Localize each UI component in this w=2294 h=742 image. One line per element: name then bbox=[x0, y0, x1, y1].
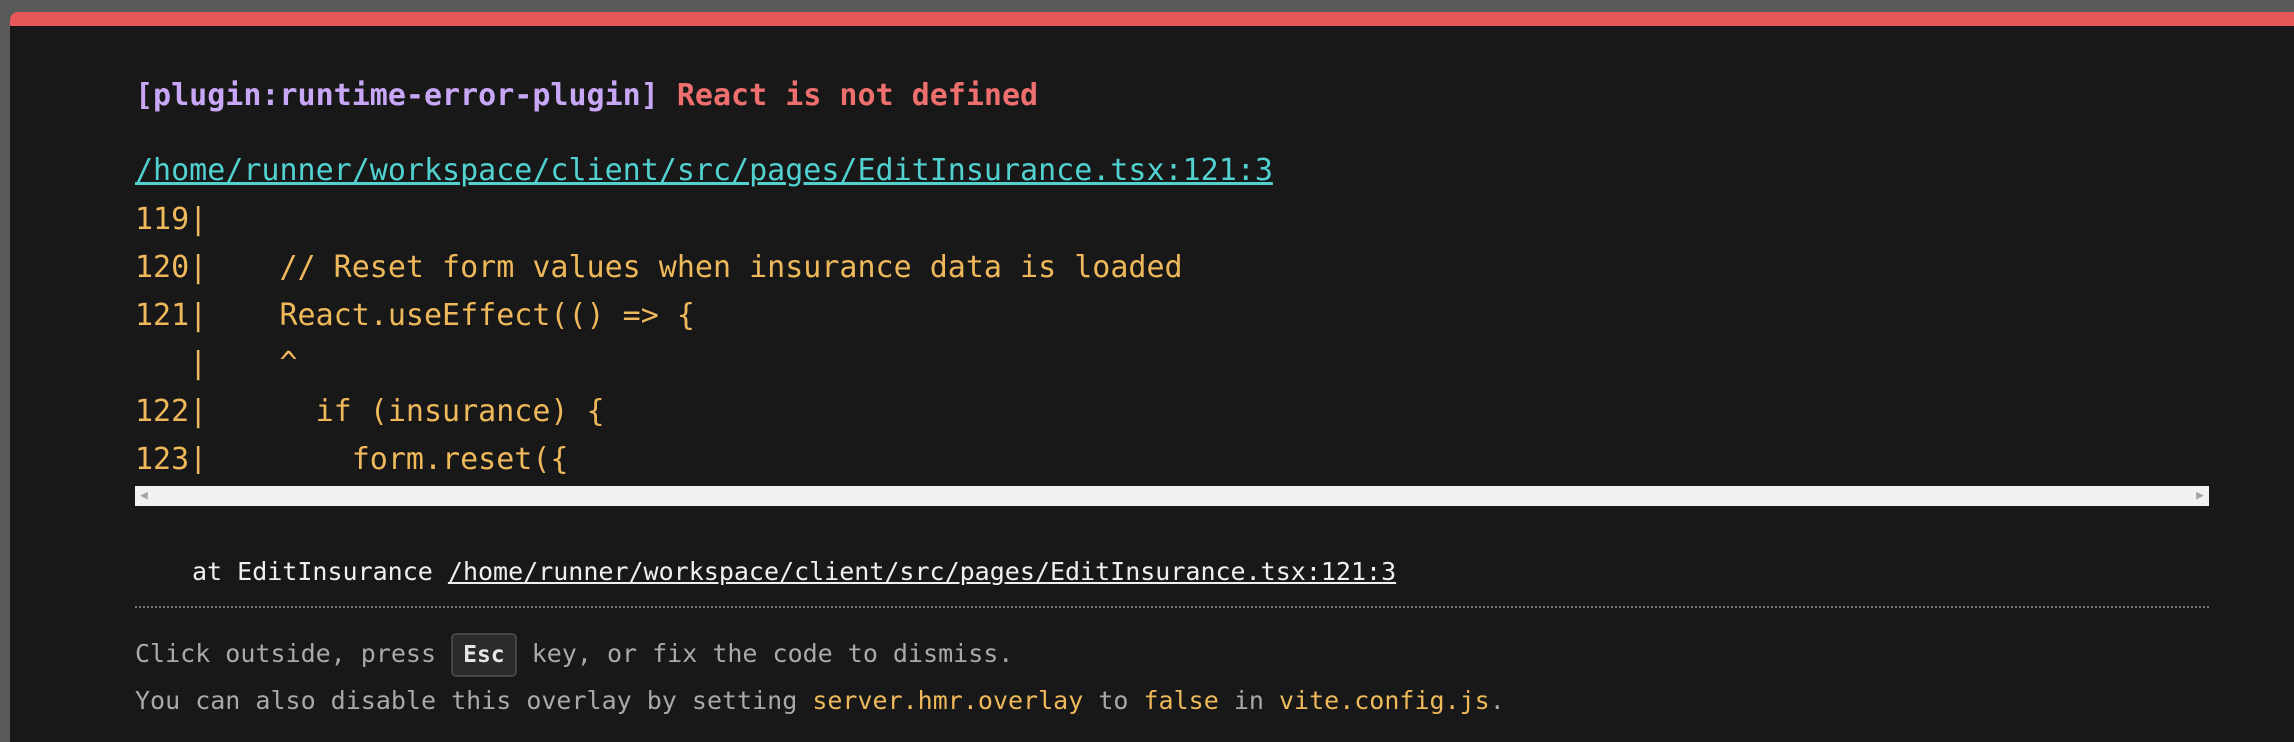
horizontal-scrollbar[interactable]: ◀ ▶ bbox=[135, 486, 2209, 506]
tip-text: You can also disable this overlay by set… bbox=[135, 686, 798, 715]
error-message: [plugin:runtime-error-plugin] React is n… bbox=[135, 76, 1038, 116]
setting-value: false bbox=[1143, 686, 1219, 715]
code-frame: 119| 120| // Reset form values when insu… bbox=[135, 196, 2209, 474]
stack-file-link[interactable]: /home/runner/workspace/client/src/pages/… bbox=[448, 557, 1396, 586]
code-line: | ^ bbox=[135, 346, 298, 381]
scroll-left-icon[interactable]: ◀ bbox=[140, 486, 148, 506]
error-overlay[interactable]: [plugin:runtime-error-plugin] React is n… bbox=[10, 12, 2294, 742]
error-text: React is not defined bbox=[676, 78, 1039, 113]
tip-text: in bbox=[1233, 686, 1264, 715]
code-line: 119| bbox=[135, 202, 208, 237]
code-line: 121| React.useEffect(() => { bbox=[135, 298, 695, 333]
plugin-name: [plugin:runtime-error-plugin] bbox=[135, 78, 659, 113]
stack-trace: at EditInsurance /home/runner/workspace/… bbox=[192, 554, 1396, 590]
config-file: vite.config.js bbox=[1279, 686, 1490, 715]
code-line: 122| if (insurance) { bbox=[135, 394, 605, 429]
esc-key: Esc bbox=[451, 633, 517, 677]
divider bbox=[135, 606, 2209, 608]
tip-text: Click outside, press bbox=[135, 639, 437, 668]
dismiss-tip: Click outside, press Esc key, or fix the… bbox=[135, 632, 1013, 677]
scroll-right-icon[interactable]: ▶ bbox=[2196, 486, 2204, 506]
error-file-link[interactable]: /home/runner/workspace/client/src/pages/… bbox=[135, 151, 1273, 191]
setting-name: server.hmr.overlay bbox=[812, 686, 1084, 715]
disable-tip: You can also disable this overlay by set… bbox=[135, 679, 1505, 723]
code-line: 123| form.reset({ bbox=[135, 442, 569, 474]
code-line: 120| // Reset form values when insurance… bbox=[135, 250, 1183, 285]
tip-text: to bbox=[1098, 686, 1129, 715]
stack-prefix: at EditInsurance bbox=[192, 557, 433, 586]
tip-text: key, or fix the code to dismiss. bbox=[531, 639, 1014, 668]
tip-text: . bbox=[1489, 686, 1505, 715]
